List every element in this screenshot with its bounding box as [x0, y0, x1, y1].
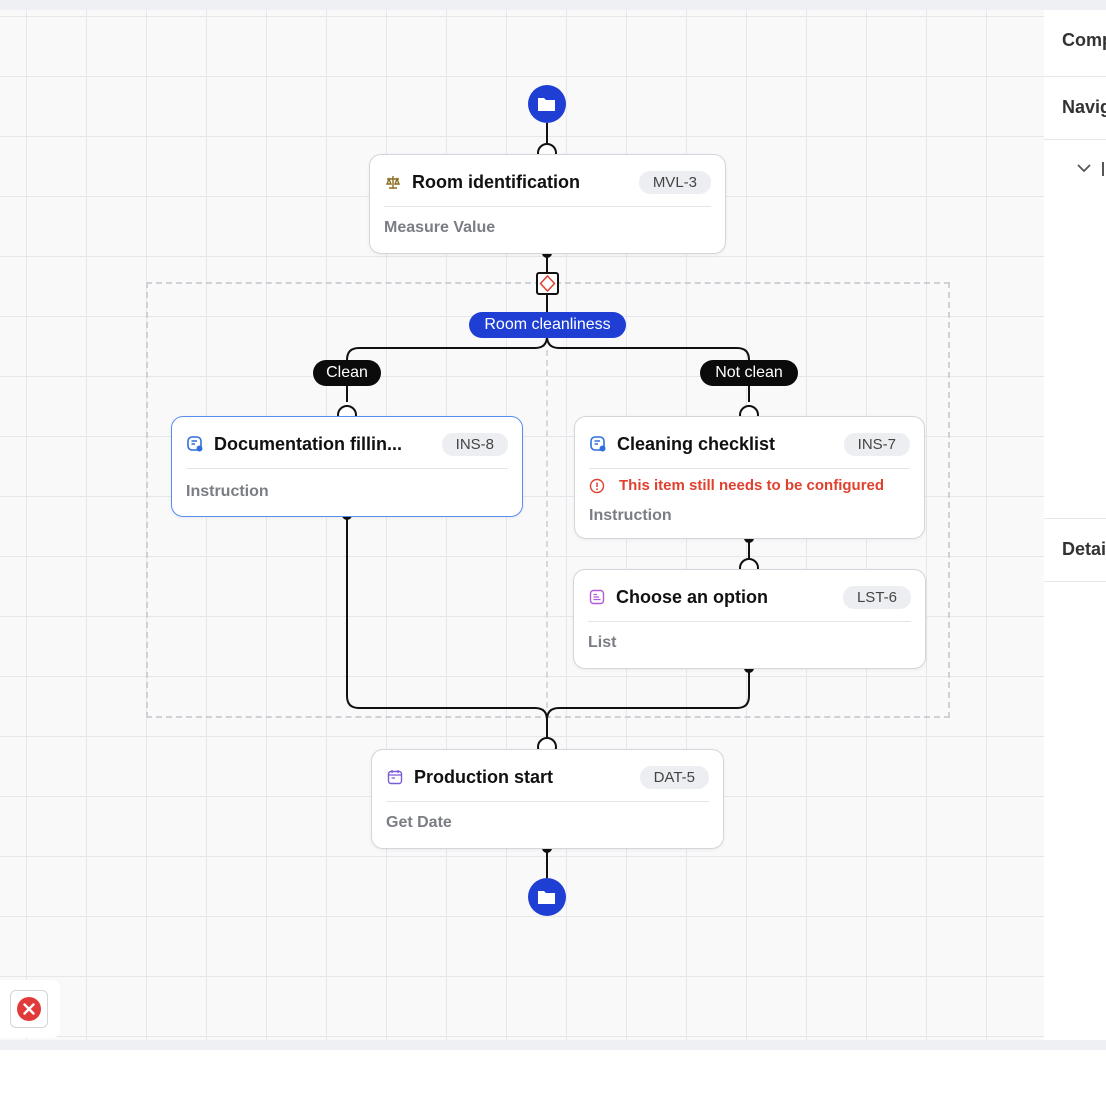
top-bar: [0, 0, 1106, 10]
side-section-label: Comp: [1062, 30, 1106, 50]
node-title: Cleaning checklist: [617, 433, 776, 454]
node-title: Room identification: [412, 171, 580, 192]
node-title: Production start: [414, 766, 554, 787]
flow-canvas[interactable]: Room cleanliness Clean Not clean Room id…: [0, 10, 1044, 1040]
calendar-icon: [386, 768, 404, 786]
chevron-down-icon[interactable]: [1076, 160, 1092, 176]
divider: [589, 468, 910, 469]
side-section-label: Navig: [1062, 97, 1106, 117]
side-section-label: Detai: [1062, 539, 1106, 559]
start-terminal-icon[interactable]: [528, 85, 566, 123]
branch-label-not-clean[interactable]: Not clean: [700, 360, 798, 386]
side-section-navigation[interactable]: Navig: [1044, 77, 1106, 140]
divider: [384, 206, 711, 207]
bottom-bar: [0, 1040, 1106, 1050]
warning-icon: [589, 478, 605, 494]
scale-icon: [384, 173, 402, 191]
node-production-start[interactable]: Production start DAT-5 Get Date: [371, 749, 724, 849]
divider: [386, 801, 709, 802]
node-type: Measure Value: [384, 219, 496, 236]
node-code-badge: INS-7: [843, 432, 910, 456]
node-code-badge: DAT-5: [639, 765, 709, 789]
branch-label-clean[interactable]: Clean: [313, 360, 381, 386]
node-code-badge: LST-6: [842, 585, 911, 609]
divider: [186, 468, 508, 469]
config-warning: This item still needs to be configured: [589, 477, 884, 494]
instruction-icon: [589, 435, 607, 453]
node-title: Documentation fillin...: [214, 433, 402, 454]
error-icon: [17, 997, 41, 1021]
end-terminal-icon[interactable]: [528, 878, 566, 916]
list-icon: [588, 588, 606, 606]
node-code-badge: INS-8: [441, 432, 508, 456]
node-title: Choose an option: [616, 586, 768, 607]
node-type: List: [588, 634, 617, 651]
error-panel: [0, 980, 60, 1038]
tree-item-stub: [1102, 162, 1104, 176]
node-type: Instruction: [186, 483, 269, 500]
instruction-icon: [186, 435, 204, 453]
side-panel: Comp Navig Detai: [1044, 10, 1106, 1040]
condition-diamond-icon[interactable]: [536, 272, 559, 295]
node-cleaning-checklist[interactable]: Cleaning checklist INS-7 This item still…: [574, 416, 925, 539]
warning-text: This item still needs to be configured: [619, 477, 885, 494]
error-toggle-button[interactable]: [10, 990, 48, 1028]
node-type: Instruction: [589, 507, 672, 524]
condition-label[interactable]: Room cleanliness: [469, 312, 626, 338]
divider: [588, 621, 911, 622]
node-documentation-filling[interactable]: Documentation fillin... INS-8 Instructio…: [171, 416, 523, 517]
node-code-badge: MVL-3: [638, 170, 711, 194]
node-room-identification[interactable]: Room identification MVL-3 Measure Value: [369, 154, 726, 254]
node-choose-an-option[interactable]: Choose an option LST-6 List: [573, 569, 926, 669]
side-section-components[interactable]: Comp: [1044, 10, 1106, 77]
node-type: Get Date: [386, 814, 452, 831]
side-section-details[interactable]: Detai: [1044, 518, 1106, 582]
